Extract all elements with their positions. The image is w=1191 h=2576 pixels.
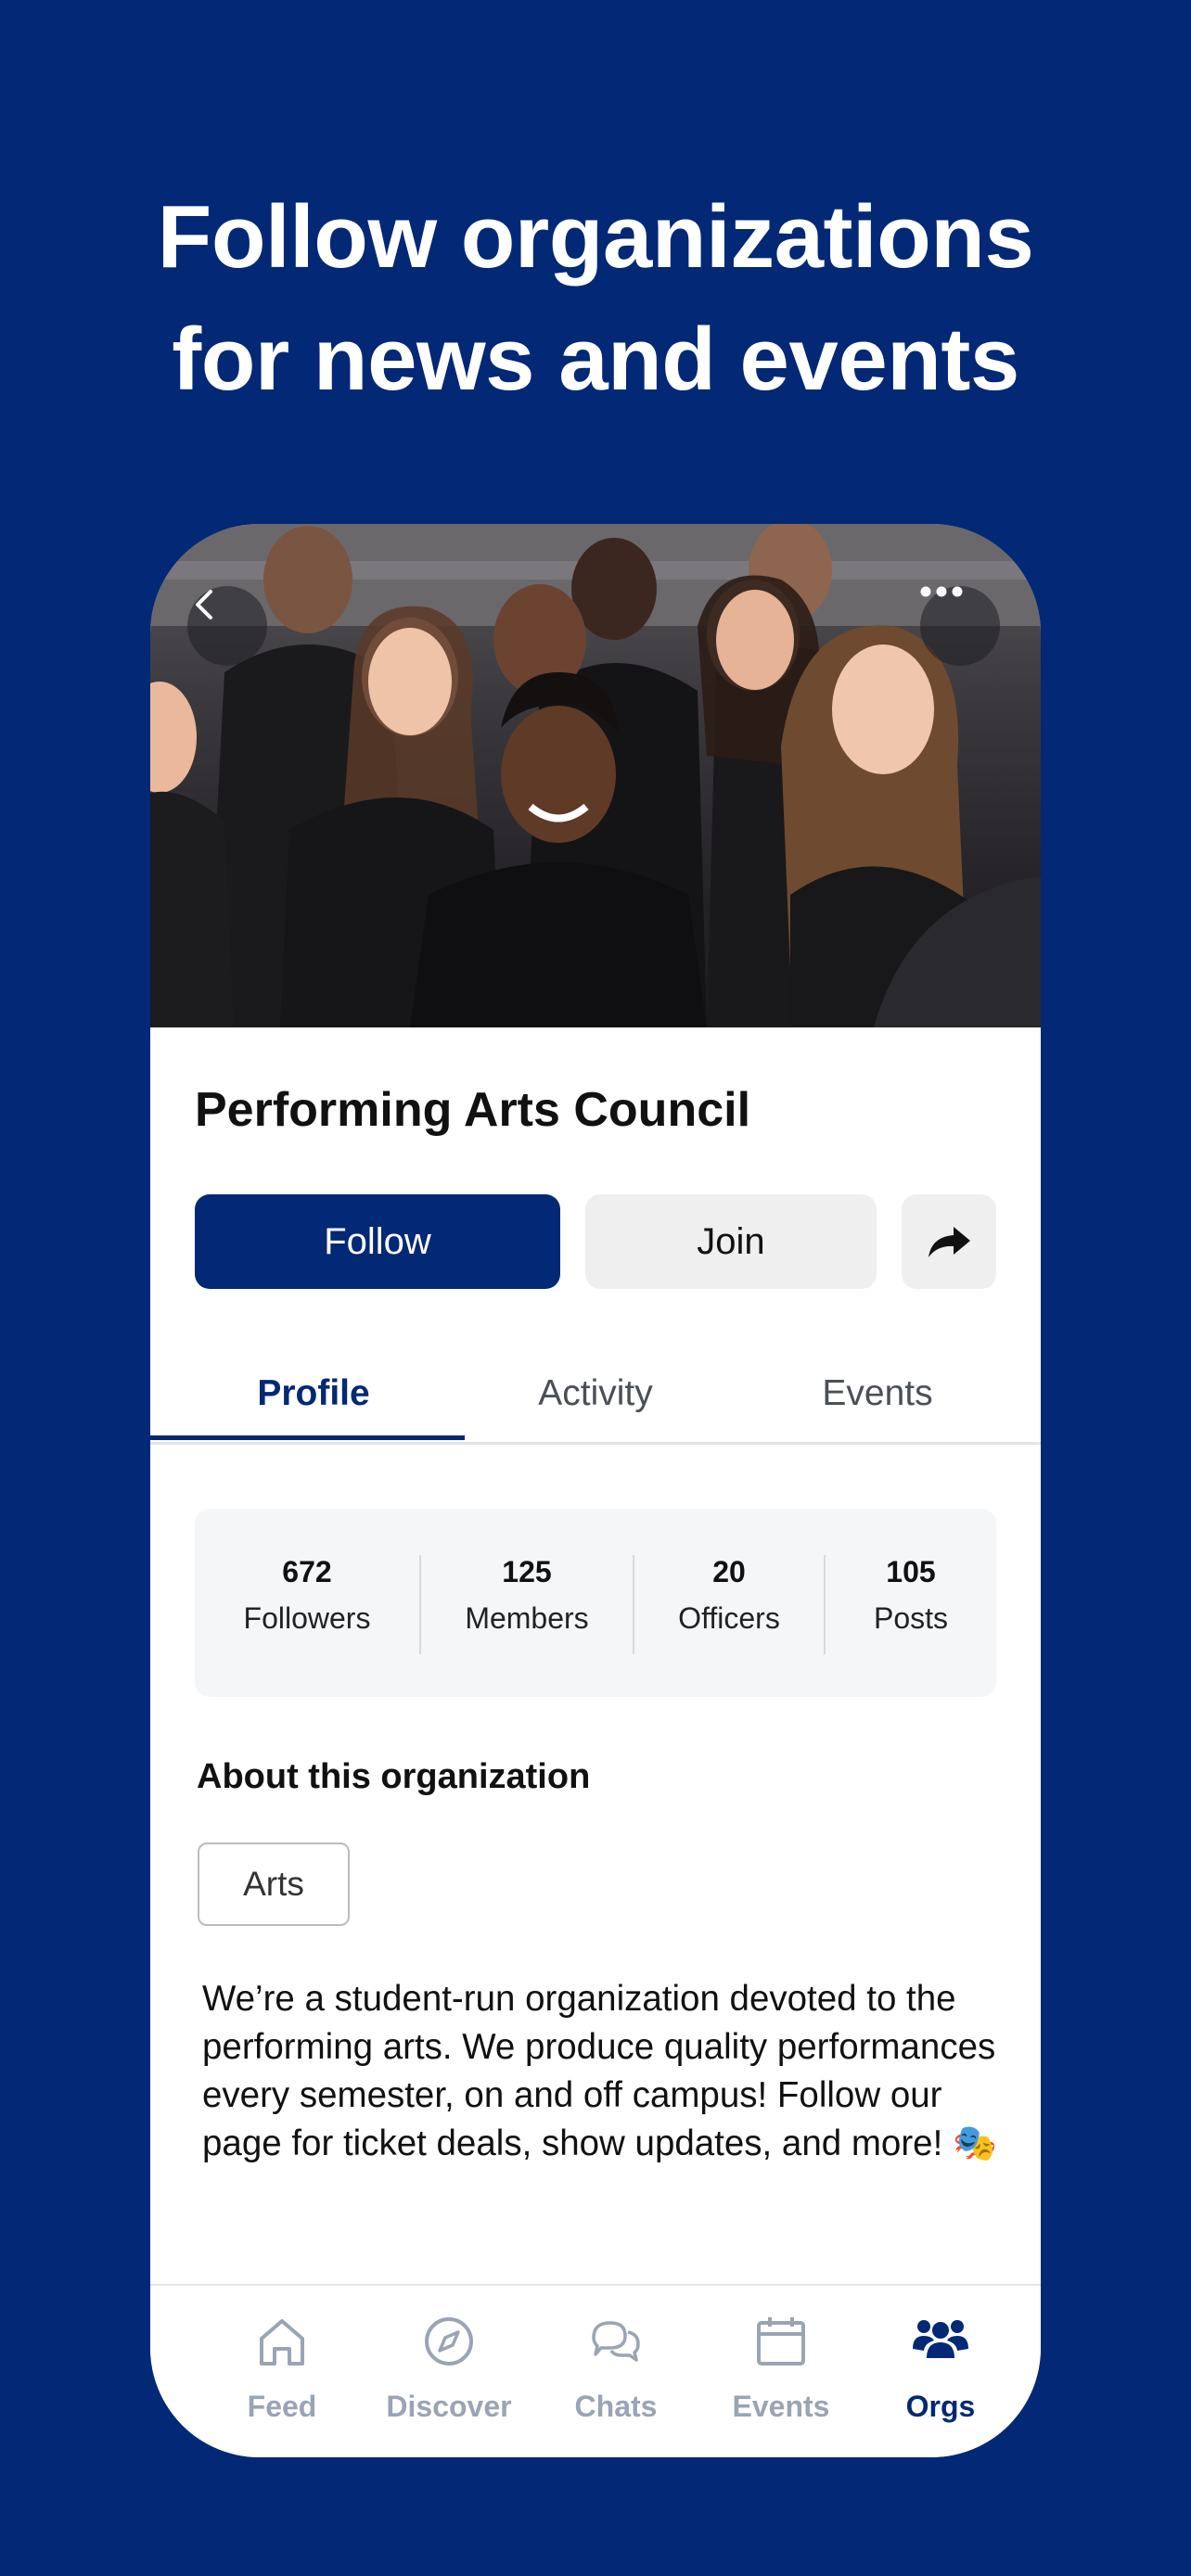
share-arrow-icon (928, 1227, 970, 1257)
chat-bubbles-icon (592, 2321, 640, 2362)
tab-bar: Profile Activity Events (150, 1345, 1041, 1445)
stat-value: 20 (712, 1555, 746, 1588)
join-button-label: Join (697, 1220, 765, 1262)
stat-label: Members (465, 1601, 589, 1635)
home-icon (260, 2319, 304, 2366)
nav-chats-label: Chats (574, 2390, 658, 2423)
stat-label: Followers (243, 1601, 371, 1635)
active-tab-indicator (150, 1435, 465, 1440)
follow-button-label: Follow (324, 1220, 431, 1262)
tab-activity[interactable]: Activity (447, 1345, 744, 1442)
nav-feed[interactable]: Feed (198, 2314, 365, 2434)
compass-icon (425, 2317, 473, 2366)
about-description: We’re a student-run organization devoted… (202, 1979, 997, 2163)
nav-discover-label: Discover (386, 2390, 512, 2423)
tab-events[interactable]: Events (729, 1345, 1026, 1442)
bottom-nav: Feed Discover Chats Events Orgs (150, 2284, 1041, 2457)
headline-line-1: Follow organizations (157, 187, 1034, 287)
more-options-button[interactable] (920, 586, 1000, 666)
headline-line-2: for news and events (172, 310, 1019, 409)
stat-followers[interactable]: 672 Followers (195, 1509, 419, 1697)
people-group-icon (913, 2320, 968, 2358)
stat-posts[interactable]: 105 Posts (826, 1509, 996, 1697)
headline: Follow organizations for news and events (0, 176, 1191, 421)
back-button[interactable] (187, 586, 267, 666)
stat-value: 125 (502, 1555, 552, 1588)
tab-profile[interactable]: Profile (165, 1345, 462, 1442)
stat-label: Posts (873, 1601, 949, 1635)
group-photo-illustration (150, 524, 1041, 1027)
stat-label: Officers (678, 1601, 780, 1635)
chevron-left-icon (196, 590, 212, 619)
nav-chats[interactable]: Chats (532, 2314, 699, 2434)
nav-events-label: Events (732, 2390, 830, 2423)
follow-button[interactable]: Follow (195, 1194, 560, 1289)
cover-photo (150, 524, 1041, 1027)
nav-discover[interactable]: Discover (365, 2314, 532, 2434)
stats-card: 672 Followers 125 Members 20 Officers 10… (195, 1509, 996, 1697)
nav-orgs[interactable]: Orgs (857, 2314, 1024, 2434)
tab-profile-label: Profile (257, 1372, 370, 1413)
stat-value: 105 (886, 1555, 936, 1588)
category-tag-label: Arts (243, 1865, 304, 1903)
tab-activity-label: Activity (538, 1372, 653, 1413)
phone-screen: Performing Arts Council Follow Join Prof… (150, 524, 1041, 2457)
join-button[interactable]: Join (585, 1194, 877, 1289)
stat-officers[interactable]: 20 Officers (634, 1509, 824, 1697)
more-horizontal-icon (920, 586, 963, 597)
nav-feed-label: Feed (247, 2390, 317, 2423)
stat-value: 672 (282, 1555, 332, 1588)
nav-orgs-label: Orgs (905, 2390, 976, 2423)
calendar-icon (757, 2317, 805, 2366)
nav-events[interactable]: Events (698, 2314, 864, 2434)
share-button[interactable] (902, 1194, 996, 1289)
about-title: About this organization (197, 1757, 591, 1796)
category-tag[interactable]: Arts (198, 1843, 350, 1926)
stat-members[interactable]: 125 Members (421, 1509, 633, 1697)
org-name: Performing Arts Council (195, 1083, 751, 1137)
tab-events-label: Events (822, 1372, 933, 1413)
